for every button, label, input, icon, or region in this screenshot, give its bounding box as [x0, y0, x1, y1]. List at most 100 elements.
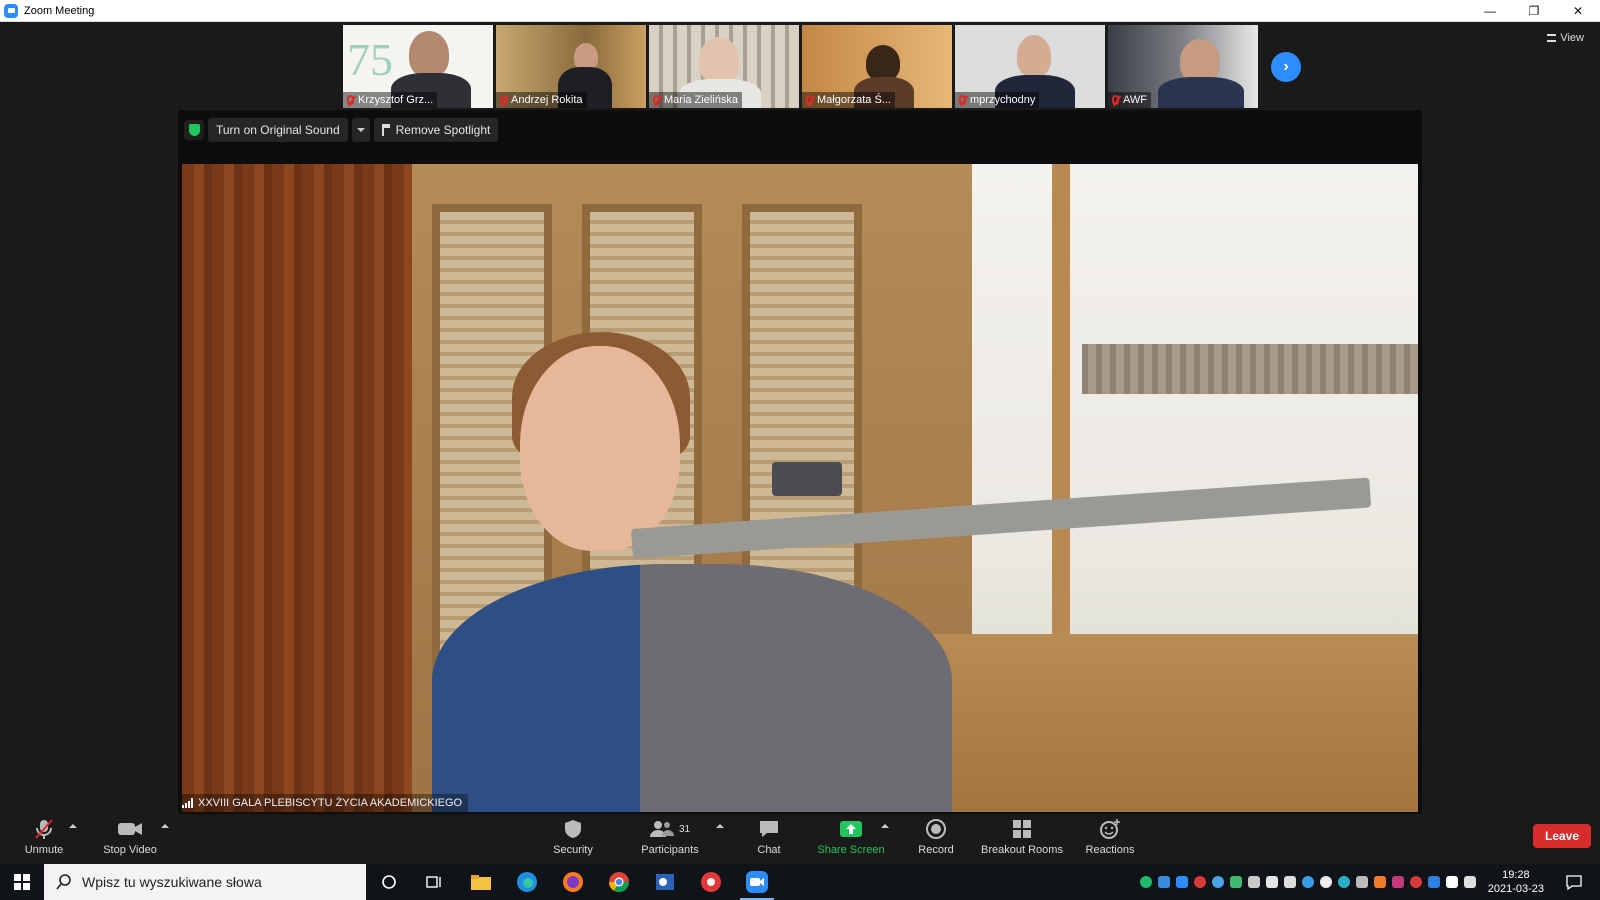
taskbar-search-box[interactable]: Wpisz tu wyszukiwane słowa — [44, 864, 366, 900]
window-title: Zoom Meeting — [24, 4, 95, 17]
camera-icon — [117, 818, 143, 840]
microphone-muted-icon — [806, 95, 813, 105]
microphone-muted-icon — [959, 95, 966, 105]
participant-thumbnail[interactable]: AWF — [1108, 25, 1258, 108]
restore-button[interactable]: ❐ — [1512, 0, 1556, 22]
tray-zoom-icon[interactable] — [1175, 876, 1188, 888]
tray-game-icon[interactable] — [1391, 876, 1404, 888]
clock-date: 2021-03-23 — [1487, 883, 1544, 895]
video-options-chevron[interactable] — [161, 824, 169, 828]
search-icon — [56, 874, 71, 890]
tray-antivirus-icon[interactable] — [1193, 876, 1206, 888]
share-screen-button[interactable]: Share Screen — [816, 818, 886, 856]
unmute-button[interactable]: Unmute — [22, 818, 66, 856]
task-view-button[interactable] — [412, 864, 458, 900]
security-button[interactable]: Security — [548, 818, 598, 856]
tray-red-app-icon[interactable] — [1409, 876, 1422, 888]
microphone-muted-icon — [500, 95, 507, 105]
microphone-muted-icon — [1112, 95, 1119, 105]
outlook-app-icon[interactable] — [642, 864, 688, 900]
audio-options-chevron[interactable] — [69, 824, 77, 828]
video-fence — [1082, 344, 1418, 394]
breakout-rooms-icon — [1012, 818, 1032, 840]
speaker-caption: XXVIII GALA PLEBISCYTU ŻYCIA AKADEMICKIE… — [182, 794, 469, 812]
network-activity-icon[interactable] — [1139, 876, 1152, 888]
taskbar-clock[interactable]: 19:28 2021-03-23 — [1488, 868, 1544, 896]
chat-button[interactable]: Chat — [752, 818, 786, 856]
microphone-muted-icon — [653, 95, 660, 105]
video-rifle-sight — [772, 462, 842, 496]
firefox-icon[interactable] — [550, 864, 596, 900]
record-button[interactable]: Record — [914, 818, 958, 856]
tray-utility-icon[interactable] — [1337, 876, 1350, 888]
tray-wifi-tool-icon[interactable] — [1229, 876, 1242, 888]
chevron-right-icon: › — [1283, 58, 1289, 75]
spotlight-stage: Turn on Original Sound Remove Spotlight — [178, 110, 1422, 814]
participant-thumbnail[interactable]: 75 Krzysztof Grz... — [343, 25, 493, 108]
onedrive-icon[interactable] — [1301, 876, 1314, 888]
remove-spotlight-button[interactable]: Remove Spotlight — [373, 118, 499, 142]
share-screen-icon — [839, 818, 863, 840]
participant-thumbnail[interactable]: Maria Zielińska — [649, 25, 799, 108]
participant-name-label: Maria Zielińska — [649, 92, 742, 108]
participant-head — [409, 31, 449, 77]
notification-center-icon[interactable] — [1556, 864, 1592, 900]
speaker-video: XXVIII GALA PLEBISCYTU ŻYCIA AKADEMICKIE… — [182, 164, 1418, 812]
file-explorer-icon[interactable] — [458, 864, 504, 900]
participant-thumbnail[interactable]: Andrzej Rokita — [496, 25, 646, 108]
battery-icon[interactable] — [1445, 876, 1458, 888]
shield-icon — [564, 818, 582, 840]
tray-usb-icon[interactable] — [1265, 876, 1278, 888]
view-button[interactable]: View — [1541, 29, 1590, 47]
reactions-button[interactable]: Reactions — [1084, 818, 1136, 856]
view-button-label: View — [1560, 32, 1584, 44]
participant-head — [1017, 35, 1051, 77]
tray-display-icon[interactable] — [1247, 876, 1260, 888]
video-wall-panelling — [182, 164, 412, 812]
tray-orange-app-icon[interactable] — [1373, 876, 1386, 888]
participant-thumbnail[interactable]: Małgorzata Ś... — [802, 25, 952, 108]
tray-app-icon[interactable] — [1157, 876, 1170, 888]
breakout-rooms-button[interactable]: Breakout Rooms — [978, 818, 1066, 856]
cloud-icon[interactable] — [1319, 876, 1332, 888]
stop-video-button[interactable]: Stop Video — [100, 818, 160, 856]
participants-count: 31 — [678, 823, 691, 835]
stage-toolbar: Turn on Original Sound Remove Spotlight — [184, 118, 499, 142]
minimize-button[interactable]: — — [1468, 0, 1512, 22]
participant-strip: 75 Krzysztof Grz... Andrzej Rokita Maria… — [343, 25, 1258, 108]
logo-75-graphic: 75 — [347, 34, 393, 85]
share-options-chevron[interactable] — [881, 824, 889, 828]
participant-thumbnail[interactable]: mprzychodny — [955, 25, 1105, 108]
participant-body — [1158, 77, 1244, 108]
zoom-taskbar-icon[interactable] — [734, 864, 780, 900]
record-icon — [926, 818, 946, 840]
participants-options-chevron[interactable] — [716, 824, 724, 828]
system-tray: 19:28 2021-03-23 — [1139, 864, 1600, 900]
tray-shield-icon[interactable] — [1283, 876, 1296, 888]
edge-browser-icon[interactable] — [504, 864, 550, 900]
close-button[interactable]: ✕ — [1556, 0, 1600, 22]
windows-logo-icon — [14, 874, 30, 890]
tray-sync-icon[interactable] — [1211, 876, 1224, 888]
leave-button[interactable]: Leave — [1533, 824, 1591, 848]
participant-name-label: Andrzej Rokita — [496, 92, 587, 108]
original-sound-dropdown[interactable] — [351, 118, 370, 142]
volume-icon[interactable] — [1463, 876, 1476, 888]
chrome-icon[interactable] — [596, 864, 642, 900]
window-controls: — ❐ ✕ — [1468, 0, 1600, 22]
participant-name-label: Małgorzata Ś... — [802, 92, 895, 108]
start-button[interactable] — [0, 864, 44, 900]
participant-head — [866, 45, 900, 81]
encryption-shield-icon[interactable] — [184, 120, 204, 140]
bluetooth-icon[interactable] — [1427, 876, 1440, 888]
next-page-button[interactable]: › — [1271, 52, 1301, 82]
participants-icon: 31 — [649, 818, 691, 840]
original-sound-button[interactable]: Turn on Original Sound — [208, 118, 348, 142]
participants-button[interactable]: 31 Participants — [638, 818, 702, 856]
cortana-button[interactable] — [366, 864, 412, 900]
media-app-icon[interactable] — [688, 864, 734, 900]
participant-name-label: AWF — [1108, 92, 1152, 108]
grid-icon — [1547, 34, 1557, 42]
tray-network-icon[interactable] — [1355, 876, 1368, 888]
microphone-muted-icon — [33, 818, 55, 840]
